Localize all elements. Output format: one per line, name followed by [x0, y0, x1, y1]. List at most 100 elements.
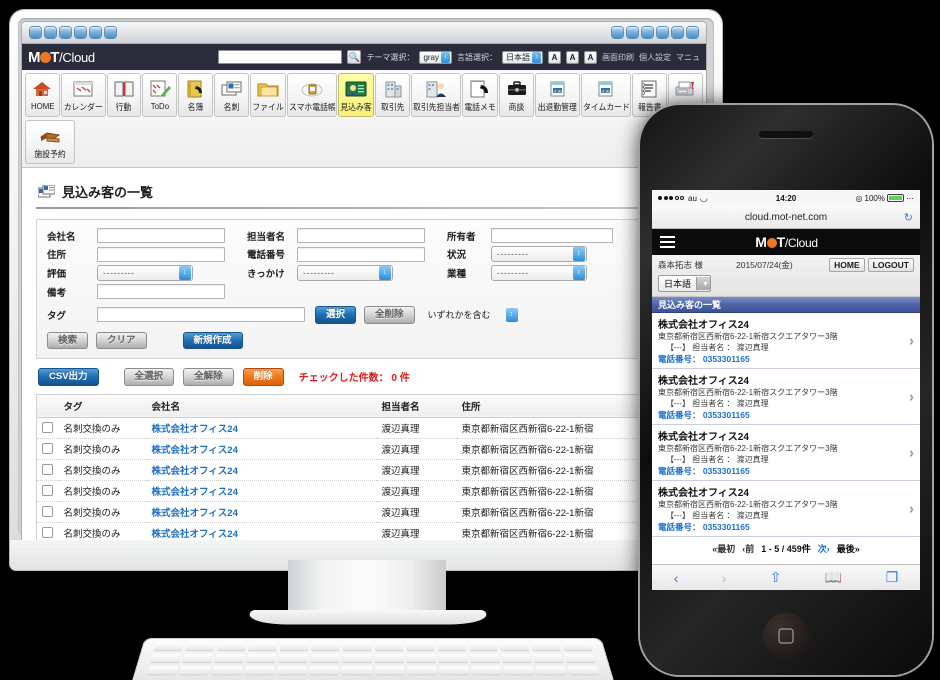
window-button-icon[interactable]	[60, 27, 71, 38]
row-company-cell[interactable]: 株式会社オフィス24	[146, 501, 377, 523]
toolbar-item-11[interactable]: 取引先担当者	[411, 73, 462, 117]
tag-clear-all-button[interactable]: 全削除	[364, 306, 415, 324]
new-record-button[interactable]: 新規作成	[182, 331, 243, 349]
window-button-icon[interactable]	[105, 27, 116, 38]
row-checkbox[interactable]	[42, 527, 53, 538]
toolbar-item-13[interactable]: 商談	[499, 73, 535, 117]
row-company-cell[interactable]: 株式会社オフィス24	[146, 480, 377, 502]
remarks-input[interactable]	[97, 284, 225, 299]
mobile-list-item[interactable]: 株式会社オフィス24 東京都新宿区西新宿6-22-1新宿スクエアタワー3階 【---…	[652, 369, 920, 425]
toolbar-item-6[interactable]: 名刺	[214, 73, 250, 117]
row-checkbox[interactable]	[42, 443, 53, 454]
toolbar-item-15[interactable]: 9:30 タイムカード	[580, 73, 631, 117]
window-button-icon[interactable]	[45, 27, 56, 38]
window-button-icon[interactable]	[612, 27, 623, 38]
reload-icon[interactable]: ↻	[904, 211, 913, 224]
mobile-item-tel[interactable]: 電話番号： 0353301165	[658, 409, 900, 421]
window-toolbar-buttons-left[interactable]	[30, 27, 116, 38]
mobile-list-item[interactable]: 株式会社オフィス24 東京都新宿区西新宿6-22-1新宿スクエアタワー3階 【---…	[652, 481, 920, 537]
window-button-icon[interactable]	[642, 27, 653, 38]
row-checkbox-cell[interactable]	[36, 438, 59, 460]
toolbar-item-4[interactable]: ToDo	[142, 73, 178, 117]
status-select[interactable]: --------- ↕	[491, 246, 587, 262]
toolbar-item-5[interactable]: 名簿	[178, 73, 214, 117]
delete-button[interactable]: 削除	[242, 368, 284, 386]
row-checkbox-cell[interactable]	[36, 459, 59, 481]
window-button-icon[interactable]	[687, 27, 698, 38]
pager-next-link[interactable]: 次›	[818, 542, 830, 555]
window-button-icon[interactable]	[657, 27, 668, 38]
select-all-button[interactable]: 全選択	[123, 368, 175, 386]
address-input[interactable]	[97, 246, 225, 262]
table-row[interactable]: 名刺交換のみ 株式会社オフィス24 渡辺真理 東京都新宿区西新宿6-22-1新宿	[36, 480, 692, 502]
global-search-input[interactable]	[218, 50, 343, 64]
row-checkbox[interactable]	[42, 506, 53, 517]
safari-url-bar[interactable]: cloud.mot-net.com ↻	[652, 206, 920, 229]
tag-select-button[interactable]: 選択	[315, 306, 357, 324]
window-button-icon[interactable]	[672, 27, 683, 38]
mobile-logout-button[interactable]: LOGOUT	[867, 258, 914, 272]
company-name-input[interactable]	[97, 228, 225, 243]
home-button[interactable]	[763, 613, 809, 659]
pager-first-link[interactable]: «最初	[712, 542, 735, 555]
row-checkbox[interactable]	[42, 464, 53, 475]
toolbar-item-1[interactable]: HOME	[25, 73, 60, 117]
toolbar-item-9[interactable]: 見込み客	[338, 73, 375, 117]
search-icon[interactable]: 🔍	[347, 50, 362, 64]
mobile-item-tel[interactable]: 電話番号： 0353301165	[658, 353, 900, 365]
row-checkbox[interactable]	[42, 422, 53, 433]
mobile-list-item[interactable]: 株式会社オフィス24 東京都新宿区西新宿6-22-1新宿スクエアタワー3階 【---…	[652, 313, 920, 369]
deselect-all-button[interactable]: 全解除	[183, 368, 234, 386]
font-size-medium-button[interactable]: A	[566, 50, 579, 64]
print-screen-link[interactable]: 画面印刷	[602, 52, 634, 63]
theme-select[interactable]: gray ↕	[419, 50, 452, 64]
language-select[interactable]: 日本語 ↕	[502, 50, 543, 64]
pager-last-link[interactable]: 最後»	[837, 542, 860, 555]
table-row[interactable]: 名刺交換のみ 株式会社オフィス24 渡辺真理 東京都新宿区西新宿6-22-1新宿	[36, 501, 692, 523]
tag-input[interactable]	[97, 307, 305, 323]
toolbar-item-3[interactable]: 行動	[106, 73, 142, 117]
row-checkbox[interactable]	[42, 485, 53, 496]
toolbar-item-1[interactable]: 施設予約	[25, 120, 75, 164]
clear-button[interactable]: クリア	[96, 331, 147, 349]
toolbar-item-8[interactable]: スマホ電話帳	[287, 73, 338, 117]
toolbar-item-12[interactable]: 電話メモ	[462, 73, 499, 117]
mobile-home-button[interactable]: HOME	[829, 258, 865, 272]
toolbar-item-10[interactable]: 取引先	[375, 73, 411, 117]
window-toolbar-buttons-right[interactable]	[612, 27, 698, 38]
search-button[interactable]: 検索	[47, 331, 89, 349]
mobile-list-item[interactable]: 株式会社オフィス24 東京都新宿区西新宿6-22-1新宿スクエアタワー3階 【---…	[652, 425, 920, 481]
row-checkbox-cell[interactable]	[36, 480, 59, 502]
toolbar-item-7[interactable]: ファイル	[250, 73, 287, 117]
url-text[interactable]: cloud.mot-net.com	[745, 212, 827, 223]
toolbar-item-14[interactable]: 9:30 出退勤管理	[535, 73, 580, 117]
mobile-language-select[interactable]: 日本語 ▼	[658, 275, 712, 292]
window-button-icon[interactable]	[90, 27, 101, 38]
window-button-icon[interactable]	[75, 27, 86, 38]
table-row[interactable]: 名刺交換のみ 株式会社オフィス24 渡辺真理 東京都新宿区西新宿6-22-1新宿	[36, 417, 692, 439]
rating-select[interactable]: --------- ↕	[97, 265, 193, 281]
row-checkbox-cell[interactable]	[36, 501, 59, 523]
csv-export-button[interactable]: CSV出力	[38, 368, 99, 386]
row-company-cell[interactable]: 株式会社オフィス24	[146, 459, 377, 481]
mobile-item-tel[interactable]: 電話番号： 0353301165	[658, 521, 900, 533]
tabs-icon[interactable]: ❐	[886, 569, 899, 586]
toolbar-item-2[interactable]: カレンダー	[60, 73, 106, 117]
row-company-cell[interactable]: 株式会社オフィス24	[146, 438, 377, 460]
contact-name-input[interactable]	[297, 228, 425, 243]
owner-input[interactable]	[491, 228, 613, 243]
industry-select[interactable]: --------- ↕	[491, 265, 587, 281]
tag-match-select[interactable]: いずれかを含む ↕	[423, 307, 519, 323]
phone-number-input[interactable]	[297, 246, 425, 262]
personal-settings-link[interactable]: 個人設定	[639, 52, 671, 63]
row-checkbox-cell[interactable]	[36, 417, 59, 439]
back-icon[interactable]: ‹	[674, 570, 679, 586]
window-button-icon[interactable]	[627, 27, 638, 38]
hamburger-icon[interactable]	[660, 235, 675, 249]
share-icon[interactable]: ⇧	[770, 569, 782, 586]
mobile-item-tel[interactable]: 電話番号： 0353301165	[658, 465, 900, 477]
pager-prev-link[interactable]: ‹前	[742, 542, 754, 555]
font-size-small-button[interactable]: A	[548, 50, 561, 64]
font-size-large-button[interactable]: A	[584, 50, 597, 64]
trigger-select[interactable]: --------- ↕	[297, 265, 393, 281]
